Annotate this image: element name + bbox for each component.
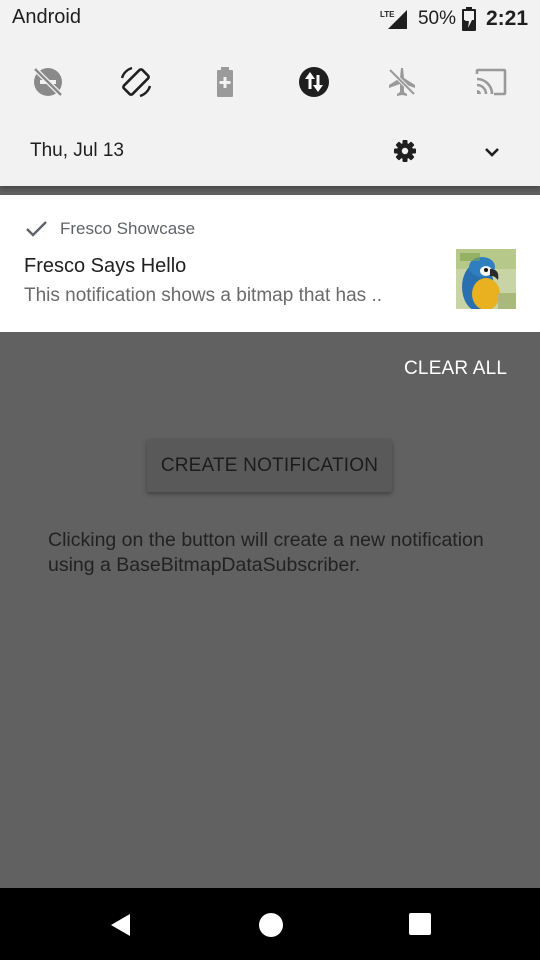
battery-saver-icon [217,67,233,97]
clock: 2:21 [485,7,528,30]
cast-icon [475,68,507,96]
create-notification-button[interactable]: CREATE NOTIFICATION [147,439,392,492]
tile-data-saver[interactable] [292,60,336,104]
battery-percent: 50% [417,8,456,29]
notification-title: Fresco Says Hello [24,255,187,277]
screen: Android LTE 50% 2:21 Thu, Jul 13 Fresco … [0,0,540,960]
tile-do-not-disturb[interactable] [26,60,70,104]
status-icons: LTE 50% 2:21 [380,4,528,34]
recents-icon[interactable] [408,912,432,936]
check-icon [26,221,47,237]
notification-body: This notification shows a bitmap that ha… [24,285,383,306]
do-not-disturb-off-icon [33,67,63,97]
tile-airplane-mode[interactable] [380,60,424,104]
quick-settings-shade: Android LTE 50% 2:21 Thu, Jul 13 [0,0,540,186]
notification-header: Fresco Showcase [24,217,195,241]
description-text: Clicking on the button will create a new… [48,529,484,576]
lte-signal-icon: LTE [380,10,407,29]
tile-auto-rotate[interactable] [114,60,158,104]
tile-battery-saver[interactable] [203,60,247,104]
notification-app-name: Fresco Showcase [60,219,196,238]
navigation-bar [0,888,540,960]
back-icon[interactable] [108,912,134,938]
svg-text:LTE: LTE [380,10,395,19]
clear-all-button[interactable]: CLEAR ALL [404,358,507,380]
data-saver-icon [299,67,329,97]
notification-card[interactable]: Fresco Showcase Fresco Says Hello This n… [0,195,540,332]
home-icon[interactable] [258,912,284,938]
carrier-label: Android [12,6,81,28]
tile-cast[interactable] [469,60,513,104]
quick-settings-tiles [0,60,540,106]
battery-charging-icon [461,7,476,31]
date-label: Thu, Jul 13 [30,140,124,161]
status-bar: Android LTE 50% 2:21 [0,0,540,38]
settings-gear-icon[interactable] [390,136,420,166]
parrot-thumbnail [456,249,516,309]
airplane-mode-icon [388,68,416,96]
chevron-down-icon[interactable] [478,138,506,166]
auto-rotate-icon [120,66,152,98]
parrot-image [456,249,516,309]
date-row: Thu, Jul 13 [0,130,540,174]
